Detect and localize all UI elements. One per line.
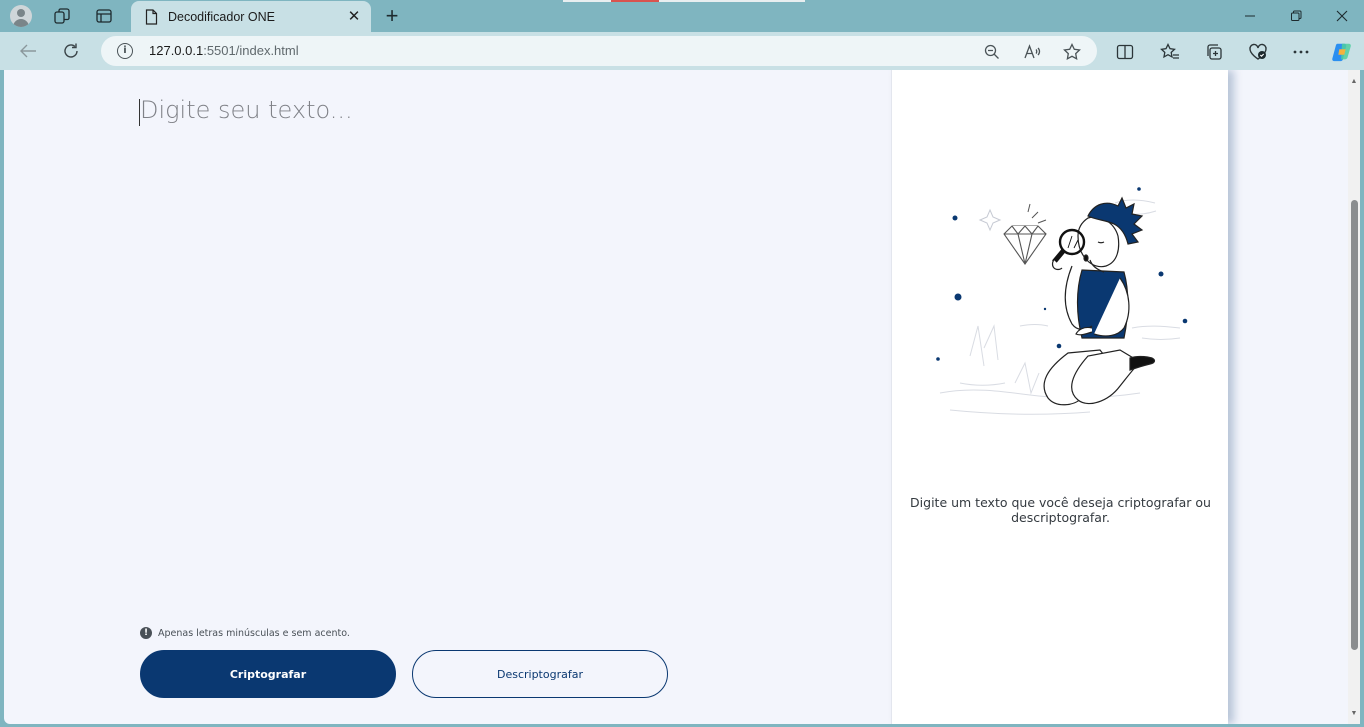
copilot-icon[interactable]: [1331, 41, 1353, 63]
restore-icon[interactable]: [1273, 4, 1319, 28]
minimize-icon[interactable]: [1227, 4, 1273, 28]
tab-actions-icon[interactable]: [92, 4, 116, 28]
zoom-out-icon[interactable]: [983, 43, 1001, 61]
page-scrollbar[interactable]: ▲ ▼: [1348, 70, 1360, 724]
hint-text: Apenas letras minúsculas e sem acento.: [158, 627, 350, 639]
scrollbar-thumb[interactable]: [1351, 200, 1358, 650]
back-arrow-icon[interactable]: [15, 39, 41, 63]
tab-close-icon[interactable]: ✕: [346, 8, 362, 25]
output-panel: Digite um texto que você deseja criptogr…: [891, 70, 1228, 724]
tab-title: Decodificador ONE: [168, 9, 275, 24]
favorite-star-icon[interactable]: [1063, 43, 1081, 61]
encrypt-button[interactable]: Criptografar: [140, 650, 396, 698]
profile-avatar-icon[interactable]: [9, 4, 33, 28]
window-stripe: [611, 0, 659, 2]
scroll-down-icon[interactable]: ▼: [1350, 710, 1358, 718]
page-viewport: ! Apenas letras minúsculas e sem acento.…: [4, 70, 1348, 724]
more-options-icon[interactable]: [1290, 41, 1312, 63]
browser-toolbar: i 127.0.0.1:5501/index.html: [0, 32, 1364, 70]
warning-icon: !: [140, 627, 152, 639]
url-path: :5501/index.html: [203, 43, 299, 58]
text-input[interactable]: [139, 96, 859, 616]
browser-titlebar: Decodificador ONE ✕ +: [0, 0, 1364, 32]
text-cursor: [139, 99, 140, 126]
split-screen-icon[interactable]: [1114, 41, 1136, 63]
scroll-up-icon[interactable]: ▲: [1350, 78, 1358, 86]
close-window-icon[interactable]: [1319, 4, 1364, 28]
workspaces-icon[interactable]: [50, 4, 74, 28]
site-info-icon[interactable]: i: [117, 43, 133, 59]
reload-icon[interactable]: [58, 39, 84, 63]
person-with-magnifier-illustration: [936, 187, 1188, 415]
collections-icon[interactable]: [1203, 41, 1225, 63]
window-stripe: [659, 0, 805, 2]
url-text[interactable]: 127.0.0.1:5501/index.html: [149, 43, 299, 58]
browser-essentials-icon[interactable]: [1247, 41, 1269, 63]
address-bar[interactable]: i 127.0.0.1:5501/index.html: [101, 36, 1097, 66]
page-icon: [143, 8, 159, 25]
window-stripe: [563, 0, 611, 2]
browser-tab-active[interactable]: Decodificador ONE ✕: [131, 1, 371, 32]
read-aloud-icon[interactable]: [1023, 43, 1041, 61]
empty-state-message: Digite um texto que você deseja criptogr…: [910, 495, 1211, 525]
new-tab-icon[interactable]: +: [380, 3, 404, 28]
input-hint: ! Apenas letras minúsculas e sem acento.: [140, 627, 350, 639]
url-host: 127.0.0.1: [149, 43, 204, 58]
favorites-icon[interactable]: [1159, 41, 1181, 63]
decrypt-button[interactable]: Descriptografar: [412, 650, 668, 698]
